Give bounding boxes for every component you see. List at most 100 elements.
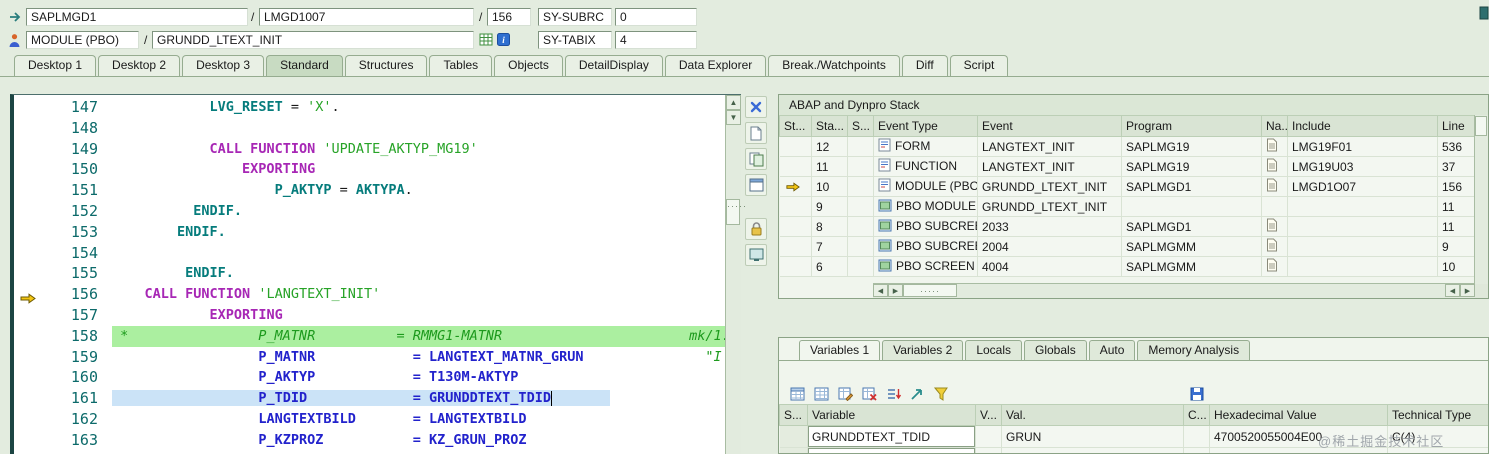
code-line[interactable] (112, 118, 725, 139)
info-icon[interactable]: i (497, 33, 510, 46)
edit-table-button[interactable] (835, 384, 855, 404)
variables-column-header-hexadecimal-value[interactable]: Hexadecimal Value (1209, 404, 1388, 426)
stack-column-header-event[interactable]: Event (977, 115, 1122, 137)
code-line[interactable]: P_AKTYP = T130M-AKTYP (112, 367, 725, 388)
stack-column-header-s[interactable]: S... (847, 115, 874, 137)
stack-column-header-event-type[interactable]: Event Type (873, 115, 978, 137)
tab-desktop-1[interactable]: Desktop 1 (14, 55, 97, 76)
doc-icon[interactable] (1266, 218, 1278, 235)
variables-column-header-variable[interactable]: Variable (807, 404, 976, 426)
tab-globals[interactable]: Globals (1024, 340, 1087, 360)
code-line[interactable] (112, 243, 725, 264)
include-field[interactable]: LMGD1007 (259, 8, 474, 26)
code-line[interactable]: ENDIF. (112, 222, 725, 243)
stack-horizontal-scrollbar[interactable]: ◀ ▶ ····· ◀ ▶ (873, 283, 1475, 298)
code-line[interactable]: P_AKTYP = AKTYPA. (112, 180, 725, 201)
copy-button[interactable] (745, 148, 767, 170)
close-button[interactable] (745, 96, 767, 118)
variables-column-header-technical-type[interactable]: Technical Type (1387, 404, 1488, 426)
doc-icon[interactable] (1266, 238, 1278, 255)
line-number[interactable]: 151 (14, 180, 112, 201)
scroll-left-button-2[interactable]: ◀ (1445, 284, 1460, 297)
stack-row[interactable]: 11 FUNCTION LANGTEXT_INIT SAPLMG19 LMG19U03 3… (779, 156, 1475, 177)
line-number[interactable]: 163 (14, 430, 112, 451)
code-line[interactable]: * P_MATNR = RMMG1-MATNR mk/1. (112, 325, 725, 347)
navigate-icon[interactable] (8, 10, 22, 24)
code-line[interactable]: P_KZPROZ = KZ_GRUN_PROZ (112, 430, 725, 451)
variable-cell-name[interactable] (807, 447, 976, 453)
code-scrollbar-thumb[interactable]: ····· (726, 199, 746, 225)
stack-row[interactable]: 6 PBO SCREEN 4004 SAPLMGMM 10 (779, 256, 1475, 277)
line-number[interactable]: 154 (14, 243, 112, 264)
variable-cell-name[interactable]: GRUNDDTEXT_TDID (807, 425, 976, 448)
tab-tables[interactable]: Tables (429, 55, 493, 76)
line-number[interactable]: 160 (14, 367, 112, 388)
tab-variables-2[interactable]: Variables 2 (882, 340, 964, 360)
stack-column-header-include[interactable]: Include (1287, 115, 1438, 137)
table-button[interactable] (787, 384, 807, 404)
goto-button[interactable] (907, 384, 927, 404)
code-line[interactable]: LVG_RESET = 'X'. (112, 97, 725, 118)
variable-row[interactable] (779, 447, 1488, 453)
code-line[interactable]: P_TDID = GRUNDDTEXT_TDID (112, 388, 725, 409)
filter-button[interactable] (931, 384, 951, 404)
code-lines[interactable]: 147 LVG_RESET = 'X'. 148 149 CALL FUNCTION… (14, 95, 725, 454)
delete-row-button[interactable] (859, 384, 879, 404)
line-number-field[interactable]: 156 (487, 8, 531, 26)
code-line[interactable]: LANGTEXTBILD = LANGTEXTBILD (112, 409, 725, 430)
stack-vertical-scrollbar[interactable] (1474, 115, 1488, 284)
page-button[interactable] (745, 122, 767, 144)
tab-detaildisplay[interactable]: DetailDisplay (564, 55, 663, 76)
variable-cell-select[interactable] (779, 447, 808, 453)
scroll-right-button[interactable]: ▶ (888, 284, 903, 297)
tab-objects[interactable]: Objects (494, 55, 563, 76)
scroll-right-button-2[interactable]: ▶ (1460, 284, 1475, 297)
table-small-icon[interactable] (479, 33, 493, 46)
doc-icon[interactable] (1266, 158, 1278, 175)
code-line[interactable]: ENDIF. (112, 201, 725, 222)
stack-column-header-st[interactable]: St... (779, 115, 812, 137)
variables-column-header-val[interactable]: Val. (1001, 404, 1184, 426)
services-button[interactable] (745, 244, 767, 266)
code-line[interactable]: P_MATNR = LANGTEXT_MATNR_GRUN "I (112, 347, 725, 368)
grid-button[interactable] (811, 384, 831, 404)
line-number[interactable]: 147 (14, 97, 112, 118)
code-line[interactable]: EXPORTING (112, 305, 725, 326)
line-number[interactable]: 158 (14, 326, 112, 347)
variables-column-header-s[interactable]: S... (779, 404, 808, 426)
line-number[interactable]: 152 (14, 201, 112, 222)
line-number[interactable]: 162 (14, 409, 112, 430)
line-number[interactable]: 156 (14, 284, 112, 305)
event-name-field[interactable]: GRUNDD_LTEXT_INIT (152, 31, 474, 49)
tab-diff[interactable]: Diff (901, 55, 948, 76)
variables-column-header-c[interactable]: C... (1183, 404, 1210, 426)
program-field[interactable]: SAPLMGD1 (26, 8, 248, 26)
stack-column-header-line[interactable]: Line (1437, 115, 1475, 137)
stack-row[interactable]: 9 PBO MODULE GRUNDD_LTEXT_INIT 11 (779, 196, 1475, 217)
lock-button[interactable] (745, 218, 767, 240)
tab-variables-1[interactable]: Variables 1 (799, 340, 881, 360)
line-number[interactable]: 150 (14, 159, 112, 180)
tab-desktop-2[interactable]: Desktop 2 (98, 55, 181, 76)
tab-break-watchpoints[interactable]: Break./Watchpoints (768, 55, 900, 76)
tab-memory-analysis[interactable]: Memory Analysis (1137, 340, 1251, 360)
line-number[interactable]: 149 (14, 139, 112, 160)
stack-hscrollbar-thumb[interactable]: ····· (903, 284, 957, 297)
line-number[interactable]: 153 (14, 222, 112, 243)
stack-column-header-na[interactable]: Na... (1261, 115, 1288, 137)
stack-scrollbar-thumb[interactable] (1475, 116, 1487, 136)
code-line[interactable]: CALL FUNCTION 'UPDATE_AKTYP_MG19' (112, 139, 725, 160)
tab-standard[interactable]: Standard (266, 55, 343, 76)
code-line[interactable]: ENDIF. (112, 263, 725, 284)
tab-structures[interactable]: Structures (344, 55, 428, 76)
doc-icon[interactable] (1266, 258, 1278, 275)
code-line[interactable]: EXPORTING (112, 159, 725, 180)
tab-auto[interactable]: Auto (1088, 340, 1136, 360)
save-layout-button[interactable] (1187, 384, 1207, 404)
code-editor-panel[interactable]: 147 LVG_RESET = 'X'. 148 149 CALL FUNCTION… (10, 94, 746, 454)
line-number[interactable]: 148 (14, 118, 112, 139)
variable-cell-select[interactable] (779, 425, 808, 448)
line-number[interactable]: 159 (14, 347, 112, 368)
line-number[interactable]: 155 (14, 263, 112, 284)
scroll-up-button[interactable]: ▲ (726, 95, 741, 110)
